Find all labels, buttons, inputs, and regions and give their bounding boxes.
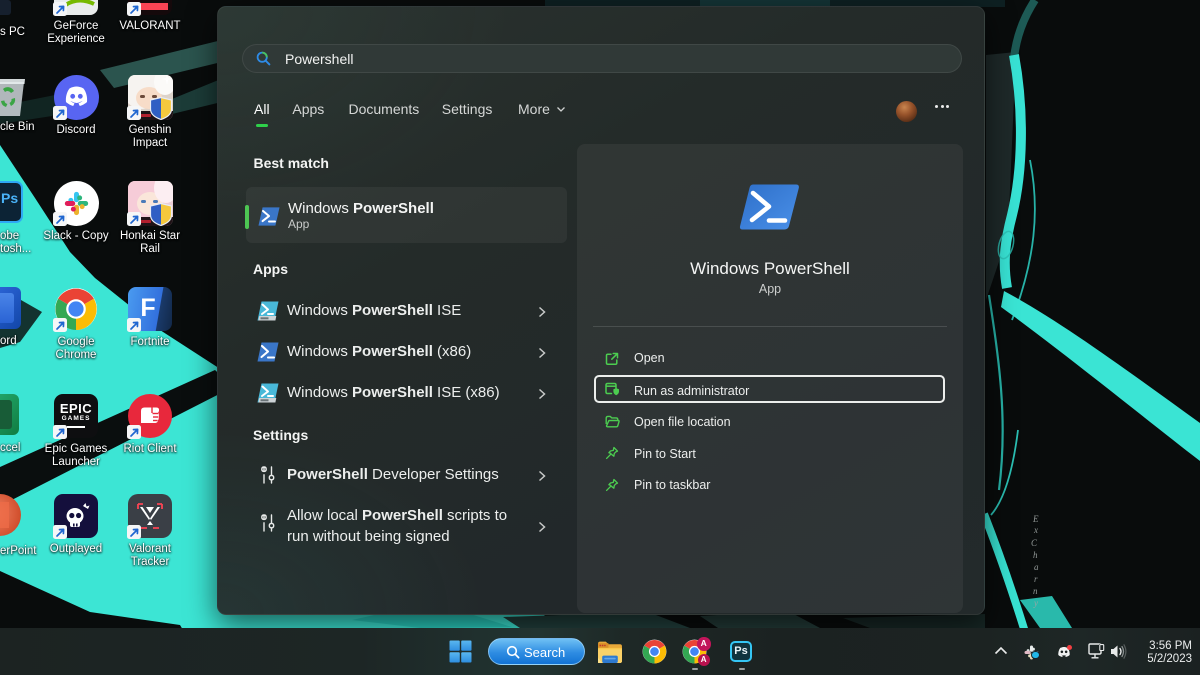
svg-text:C: C xyxy=(1031,538,1038,548)
svg-text:n: n xyxy=(1033,586,1038,596)
svg-text:h: h xyxy=(1033,550,1038,560)
svg-text:y: y xyxy=(1033,598,1038,608)
svg-text:E: E xyxy=(1032,514,1039,524)
svg-text:x: x xyxy=(1033,525,1038,535)
svg-text:a: a xyxy=(1034,562,1039,572)
svg-text:r: r xyxy=(1034,574,1038,584)
